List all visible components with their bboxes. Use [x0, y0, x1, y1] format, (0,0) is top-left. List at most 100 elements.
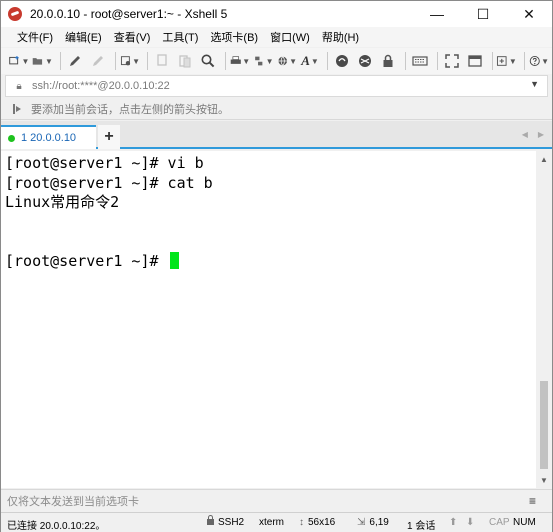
menu-icon[interactable]: ≡ — [529, 494, 536, 508]
fullscreen-icon — [444, 54, 459, 68]
menu-help[interactable]: 帮助(H) — [316, 29, 365, 45]
window-controls: — ☐ ✕ — [414, 1, 552, 27]
chevron-left-icon[interactable]: ◀ — [522, 130, 528, 139]
pen-icon — [69, 56, 80, 66]
paste-icon — [179, 55, 191, 68]
lock-button[interactable] — [378, 50, 398, 72]
toolbar-separator — [224, 52, 226, 70]
print-button[interactable]: ▼ — [230, 50, 250, 72]
disconnect-button[interactable] — [88, 50, 108, 72]
scroll-down-icon[interactable]: ▼ — [536, 472, 552, 488]
font-button[interactable]: A ▼ — [300, 50, 320, 72]
scroll-down-arrow-icon[interactable]: ⬇ — [466, 517, 474, 528]
toolbar-separator — [436, 52, 438, 70]
open-folder-icon — [33, 58, 43, 65]
encoding-button[interactable]: ▼ — [277, 50, 297, 72]
font-icon: A — [301, 53, 310, 68]
cursor-position-icon: ⇲ — [357, 517, 366, 528]
title-bar[interactable]: 20.0.0.10 - root@server1:~ - Xshell 5 — … — [1, 1, 552, 27]
address-text: ssh://root:****@20.0.0.10:22 — [32, 80, 170, 92]
terminal-line: [root@server1 ~]# vi b — [5, 154, 204, 172]
lock-icon — [207, 515, 214, 525]
toolbar-separator — [147, 52, 148, 70]
protocol-status: SSH2 — [207, 515, 244, 528]
toolbar-separator — [59, 52, 61, 70]
menu-window[interactable]: 窗口(W) — [264, 29, 316, 45]
close-button[interactable]: ✕ — [506, 1, 552, 27]
address-bar[interactable]: 🔒︎ ssh://root:****@20.0.0.10:22 ▼ — [5, 75, 548, 97]
session-count: 1 会话 — [407, 521, 436, 532]
chevron-down-icon[interactable]: ▼ — [530, 79, 539, 89]
transparency-button[interactable] — [465, 50, 485, 72]
properties-icon — [120, 56, 130, 66]
xshell-app-icon — [8, 7, 22, 21]
chevron-right-icon[interactable]: ▶ — [538, 130, 544, 139]
menu-view[interactable]: 查看(V) — [108, 29, 157, 45]
tab-session-1[interactable]: 1 20.0.0.10 — [1, 125, 96, 149]
keyboard-button[interactable] — [410, 50, 430, 72]
new-session-icon — [9, 55, 19, 65]
transfer-button[interactable]: ▼ — [253, 50, 274, 72]
compose-placeholder: 仅将文本发送到当前选项卡 — [7, 495, 139, 508]
menu-file[interactable]: 文件(F) — [11, 29, 59, 45]
scroll-up-icon[interactable]: ▲ — [536, 151, 552, 167]
terminal-scrollbar[interactable]: ▲ ▼ — [536, 151, 552, 488]
scroll-up-arrow-icon[interactable]: ⬆ — [449, 517, 457, 528]
copy-icon — [157, 54, 167, 66]
menu-tab[interactable]: 选项卡(B) — [204, 29, 264, 45]
maximize-button[interactable]: ☐ — [460, 1, 506, 27]
toolbar-separator — [114, 52, 116, 70]
xftp-icon — [335, 55, 348, 67]
connection-status: 已连接 20.0.0.10:22。 — [7, 521, 106, 532]
caps-lock-indicator: CAP — [489, 517, 510, 528]
find-button[interactable] — [198, 50, 218, 72]
toolbar: ▼ ▼ ▼ ▼ ▼ ▼ A ▼ ▼ ▼ — [1, 48, 552, 74]
disconnect-icon — [92, 56, 103, 66]
keyboard-icon — [412, 56, 428, 66]
add-tab-button[interactable]: + — [98, 125, 120, 149]
copy-button[interactable] — [152, 50, 172, 72]
menu-edit[interactable]: 编辑(E) — [59, 29, 108, 45]
arrow-right-icon[interactable] — [13, 103, 23, 114]
cursor-position: ⇲ 6,19 — [357, 517, 389, 528]
lock-icon — [383, 54, 393, 67]
window-title: 20.0.0.10 - root@server1:~ - Xshell 5 — [30, 7, 228, 21]
print-icon — [230, 56, 241, 64]
menu-tools[interactable]: 工具(T) — [156, 29, 204, 45]
toolbar-separator — [523, 52, 525, 70]
num-lock-indicator: NUM — [513, 517, 536, 528]
minimize-button[interactable]: — — [414, 1, 460, 27]
session-hint-bar: 要添加当前会话，点击左侧的箭头按钮。 — [1, 98, 552, 120]
open-button[interactable]: ▼ — [32, 50, 53, 72]
compose-bar[interactable]: 仅将文本发送到当前选项卡 ≡ — [1, 489, 552, 511]
terminal-prompt: [root@server1 ~]# — [5, 251, 168, 270]
toolbar-separator — [327, 52, 328, 70]
paste-button[interactable] — [175, 50, 195, 72]
transfer-icon — [255, 56, 263, 66]
properties-button[interactable]: ▼ — [120, 50, 140, 72]
fullscreen-button[interactable] — [442, 50, 462, 72]
terminal-line: [root@server1 ~]# cat b — [5, 173, 213, 192]
xmanager-button[interactable] — [355, 50, 375, 72]
new-session-button[interactable]: ▼ — [9, 50, 29, 72]
new-tab-icon — [497, 56, 507, 66]
find-icon — [201, 54, 215, 68]
new-tab-button[interactable]: ▼ — [496, 50, 517, 72]
xftp-button[interactable] — [332, 50, 352, 72]
status-bar: 已连接 20.0.0.10:22。 SSH2 xterm ↕ 56x16 ⇲ 6,1… — [1, 512, 552, 532]
help-button[interactable]: ▼ — [529, 50, 549, 72]
terminal-line: Linux常用命令2 — [5, 193, 120, 211]
reconnect-button[interactable] — [65, 50, 85, 72]
tab-label: 1 20.0.0.10 — [21, 132, 77, 144]
terminal-area[interactable]: [root@server1 ~]# vi b [root@server1 ~]#… — [1, 151, 536, 488]
hint-text: 要添加当前会话，点击左侧的箭头按钮。 — [31, 103, 229, 116]
connected-status-icon — [8, 134, 15, 142]
terminal-type: xterm — [259, 517, 284, 528]
tab-bar: 1 20.0.0.10 + ◀ ▶ — [1, 121, 552, 149]
xshell-window: 20.0.0.10 - root@server1:~ - Xshell 5 — … — [0, 0, 553, 532]
new-window-icon — [467, 55, 482, 67]
lock-icon: 🔒︎ — [16, 80, 22, 92]
scrollbar-thumb[interactable] — [540, 381, 548, 469]
